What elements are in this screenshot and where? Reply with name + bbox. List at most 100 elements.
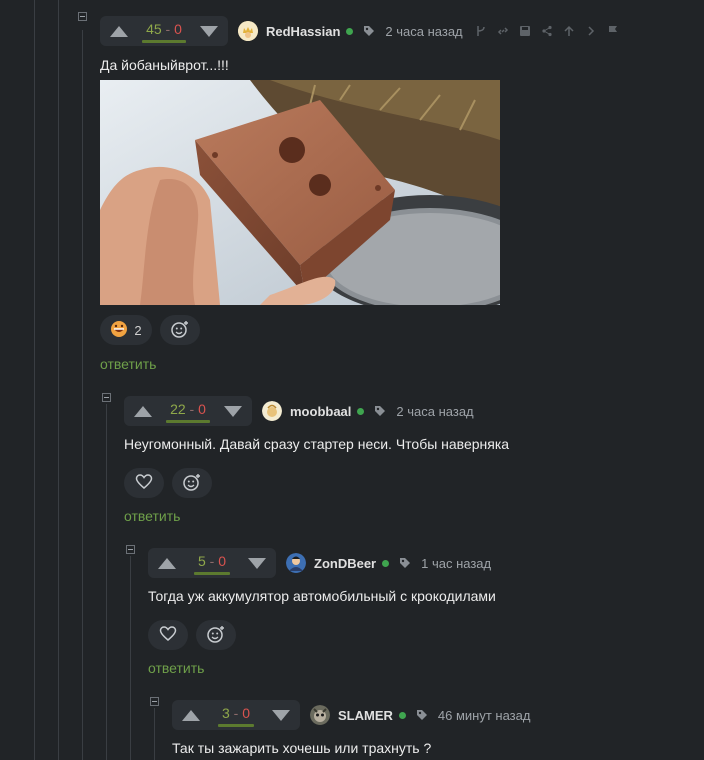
like-button[interactable] [148,620,188,650]
arrow-up-icon [158,557,176,569]
upvote-button[interactable] [134,396,152,426]
online-indicator [382,559,390,567]
collapse-toggle[interactable] [78,12,87,21]
comment-tools [475,25,619,37]
comment-text: Неугомонный. Давай сразу стартер неси. Ч… [124,436,510,452]
comment-image[interactable] [100,80,500,305]
username[interactable]: SLAMER [338,708,393,723]
score: 3 - 0 [217,705,255,727]
like-button[interactable] [124,468,164,498]
comment-time[interactable]: 2 часа назад [385,24,462,39]
next-icon[interactable] [585,25,597,37]
grin-emoji-icon [110,320,128,341]
heart-icon [135,473,153,494]
arrow-down-icon [223,405,242,417]
downvote-button[interactable] [223,396,242,426]
upvote-button[interactable] [182,700,200,730]
tag-icon [375,406,386,416]
tag-icon [400,558,411,568]
arrow-up-icon [182,709,200,721]
upvote-button[interactable] [110,16,128,46]
online-indicator [398,711,406,719]
thread-line [34,0,35,760]
upvote-button[interactable] [158,548,176,578]
arrow-up-icon [110,25,128,37]
votes-minus: 0 [218,553,227,569]
arrow-down-icon [247,557,266,569]
arrow-down-icon [271,709,290,721]
comment-time[interactable]: 1 час назад [421,556,491,571]
downvote-button[interactable] [199,16,218,46]
arrow-down-icon [199,25,218,37]
vote-widget: 45 - 0 [100,16,228,46]
collapse-toggle[interactable] [150,697,159,706]
username[interactable]: RedHassian [266,24,340,39]
vote-widget: 22 - 0 [124,396,252,426]
comment-text: Так ты зажарить хочешь или трахнуть ? [172,740,432,756]
comment-time[interactable]: 46 минут назад [438,708,531,723]
thread-line [154,708,155,760]
comment-text: Тогда уж аккумулятор автомобильный с кро… [148,588,496,604]
username[interactable]: ZonDBeer [314,556,376,571]
downvote-button[interactable] [247,548,266,578]
votes-separator: - [209,553,219,569]
votes-minus: 0 [198,401,206,417]
flag-icon[interactable] [607,25,619,37]
username[interactable]: moobbaal [290,404,351,419]
downvote-button[interactable] [271,700,290,730]
thread-line [106,404,107,760]
votes-plus: 22 [170,401,186,417]
arrow-up-icon [134,405,152,417]
add-emoji-icon [182,472,202,495]
share-icon[interactable] [541,25,553,37]
votes-minus: 0 [174,21,182,37]
thread-line [58,0,59,760]
online-indicator [346,27,354,35]
reply-link[interactable]: ответить [100,356,156,372]
add-emoji-icon [170,319,190,342]
votes-plus: 45 [146,21,162,37]
comment-time[interactable]: 2 часа назад [396,404,473,419]
reactions: 2 [100,315,200,345]
votes-separator: - [165,21,175,37]
avatar[interactable] [238,21,258,41]
votes-minus: 0 [242,705,251,721]
vote-widget: 5 - 0 [148,548,276,578]
rating-bar [166,420,210,423]
comment-text: Да йобаныйврот...!!! [100,57,229,73]
add-reaction-button[interactable] [160,315,200,345]
go-to-parent-icon[interactable] [563,25,575,37]
online-indicator [357,407,365,415]
add-emoji-icon [206,624,226,647]
rating-bar [142,40,186,43]
reactions [148,620,236,650]
thread-line [82,30,83,760]
add-reaction-button[interactable] [196,620,236,650]
collapse-toggle[interactable] [126,545,135,554]
avatar[interactable] [286,553,306,573]
votes-plus: 5 [197,553,206,569]
add-reaction-button[interactable] [172,468,212,498]
rating-bar [193,572,231,575]
tag-icon [364,26,375,36]
save-icon[interactable] [519,25,531,37]
score: 5 - 0 [193,553,231,575]
link-icon[interactable] [497,25,509,37]
score: 45 - 0 [142,21,186,43]
reactions [124,468,212,498]
thread-line [130,556,131,760]
tag-icon [416,710,427,720]
votes-separator: - [233,705,243,721]
collapse-toggle[interactable] [102,393,111,402]
reply-link[interactable]: ответить [124,508,180,524]
reply-link[interactable]: ответить [148,660,204,676]
reaction-count: 2 [134,322,142,338]
votes-separator: - [189,401,199,417]
reaction-pill[interactable]: 2 [100,315,152,345]
avatar[interactable] [262,401,282,421]
votes-plus: 3 [221,705,230,721]
heart-icon [159,625,177,646]
branch-icon[interactable] [475,25,487,37]
avatar[interactable] [310,705,330,725]
vote-widget: 3 - 0 [172,700,300,730]
